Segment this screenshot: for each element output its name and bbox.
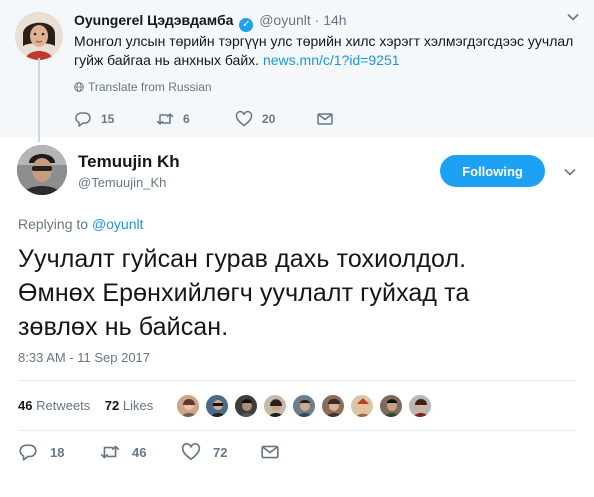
liker-avatar[interactable] (263, 394, 287, 418)
thread-connector (38, 58, 40, 142)
retweets-count: 46 (18, 398, 33, 413)
retweet-count: 46 (132, 444, 147, 460)
parent-header: Oyungerel Цэдэвдамба ✓ @oyunlt · 14h (74, 11, 347, 32)
chevron-down-icon[interactable] (566, 10, 580, 24)
reply-count: 18 (50, 444, 65, 460)
translate-label[interactable]: Translate from Russian (88, 80, 212, 94)
divider (18, 430, 576, 431)
engagement-stats: 46 Retweets 72 Likes (18, 398, 153, 413)
replying-to-handle[interactable]: @oyunlt (92, 216, 144, 232)
parent-tweet[interactable]: Oyungerel Цэдэвдамба ✓ @oyunlt · 14h Мон… (0, 0, 594, 137)
parent-reply-count: 15 (101, 112, 115, 126)
verified-badge-icon: ✓ (239, 18, 254, 32)
replying-to-label: Replying to (18, 216, 89, 232)
parent-tweet-text: Монгол улсын төрийн тэргүүн улс төрийн х… (74, 32, 574, 70)
envelope-icon (261, 445, 279, 459)
globe-icon (74, 82, 84, 92)
reply-icon (75, 112, 91, 127)
liker-avatar[interactable] (176, 394, 200, 418)
chevron-down-icon[interactable] (563, 165, 577, 179)
parent-author-handle[interactable]: @oyunlt (259, 12, 311, 28)
likes-label: Likes (122, 398, 154, 413)
heart-icon (181, 443, 201, 461)
parent-like-count: 20 (262, 112, 276, 126)
liker-avatar[interactable] (234, 394, 258, 418)
parent-author-name[interactable]: Oyungerel Цэдэвдамба (74, 12, 233, 28)
main-tweet-text: Уучлалт гуйсан гурав дахь тохиолдол. Өмн… (18, 242, 578, 344)
like-count: 72 (213, 444, 228, 460)
parent-reply-button[interactable]: 15 (74, 109, 114, 129)
tweet-text-line: зөвлөх нь байсан. (18, 313, 229, 341)
like-button[interactable]: 72 (181, 442, 227, 462)
liker-avatar[interactable] (350, 394, 374, 418)
parent-timestamp[interactable]: 14h (323, 12, 346, 28)
divider (18, 380, 576, 381)
main-avatar[interactable] (17, 145, 67, 195)
tweet-text-line: Уучлалт гуйсан гурав дахь тохиолдол. (18, 245, 467, 273)
retweets-stat[interactable]: 46 Retweets (18, 398, 90, 413)
tweet-text-line: Өмнөх Ерөнхийлөгч уучлалт гуйхад та (18, 279, 470, 307)
following-button[interactable]: Following (440, 155, 545, 187)
tweet-timestamp[interactable]: 8:33 AM - 11 Sep 2017 (18, 350, 150, 365)
parent-dm-button[interactable] (316, 109, 343, 129)
parent-separator: · (314, 12, 320, 28)
retweet-button[interactable]: 46 (100, 442, 146, 462)
retweet-icon (100, 445, 120, 459)
parent-retweet-count: 6 (183, 112, 190, 126)
liker-avatar[interactable] (379, 394, 403, 418)
main-author-handle[interactable]: @Temuujin_Kh (78, 175, 166, 190)
dm-button[interactable] (260, 442, 292, 462)
reply-button[interactable]: 18 (18, 442, 64, 462)
parent-like-button[interactable]: 20 (235, 109, 275, 129)
main-author-name[interactable]: Temuujin Kh (78, 152, 180, 172)
retweets-label: Retweets (36, 398, 91, 413)
parent-avatar[interactable] (15, 12, 63, 60)
parent-retweet-button[interactable]: 6 (156, 109, 190, 129)
liker-avatar[interactable] (205, 394, 229, 418)
likes-count: 72 (104, 398, 120, 413)
reply-icon (19, 444, 37, 461)
parent-tweet-link[interactable]: news.mn/c/1?id=9251 (263, 52, 400, 68)
liker-avatar[interactable] (321, 394, 345, 418)
retweet-icon (156, 113, 174, 125)
likes-stat[interactable]: 72 Likes (105, 398, 153, 413)
replying-to: Replying to @oyunlt (18, 216, 144, 232)
heart-icon (235, 110, 253, 127)
translate-link[interactable]: Translate from Russian (74, 80, 212, 94)
liker-avatar[interactable] (408, 394, 432, 418)
parent-actions: 15 6 20 (74, 109, 374, 129)
main-actions: 18 46 72 (18, 442, 318, 464)
envelope-icon (317, 113, 333, 125)
liker-avatar[interactable] (292, 394, 316, 418)
